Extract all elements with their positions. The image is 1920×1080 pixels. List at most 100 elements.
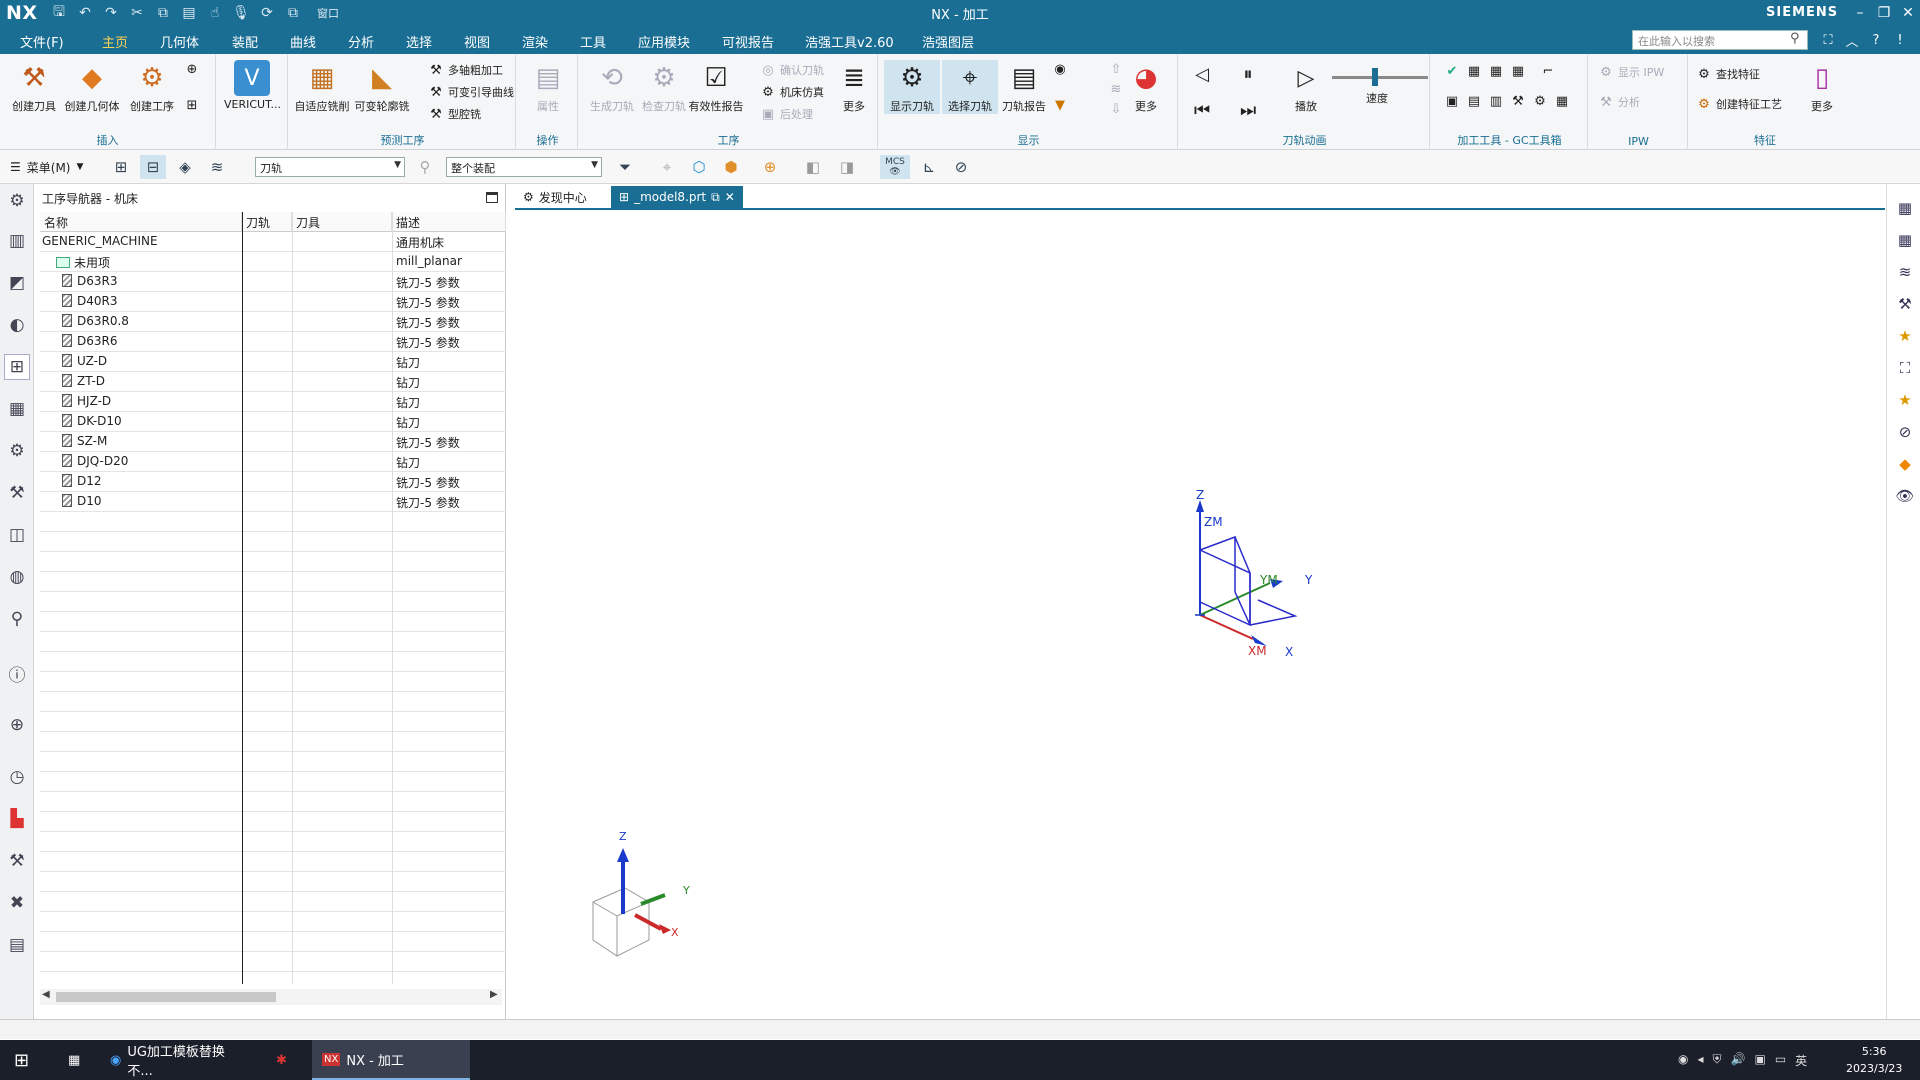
role-icon[interactable]: ⚒ [4, 848, 30, 874]
horizontal-scrollbar[interactable]: ◀ ▶ [40, 989, 502, 1005]
minimize-icon[interactable]: – [1848, 0, 1872, 26]
table-row[interactable]: GENERIC_MACHINE 通用机床 [40, 232, 506, 252]
snap-point-icon[interactable]: ⌖ [654, 155, 680, 179]
gc-tool-1-icon[interactable]: ▦ [1466, 64, 1482, 79]
table-row[interactable] [40, 852, 506, 872]
gc-tool-10-icon[interactable]: ▦ [1554, 94, 1570, 109]
postprocess-button[interactable]: ▣ 后处理 [760, 106, 813, 122]
table-row[interactable] [40, 732, 506, 752]
tool-display-icon[interactable]: ▼ [1052, 98, 1068, 113]
selection-scope-combo[interactable]: 整个装配 ▼ [446, 157, 602, 177]
close-icon[interactable]: ✕ [1896, 0, 1920, 26]
speed-slider[interactable] [1332, 76, 1428, 79]
create-operation-button[interactable]: ⚙ 创建工序 [124, 60, 180, 114]
show-ipw-button[interactable]: ⚙ 显示 IPW [1598, 64, 1664, 80]
view-tool-3-icon[interactable]: ≋ [1893, 260, 1917, 284]
shield-icon[interactable]: ⛨ [1713, 1052, 1722, 1069]
view-tool-4-icon[interactable]: ⚒ [1893, 292, 1917, 316]
table-row[interactable]: DJQ-D20 钻刀 [40, 452, 506, 472]
machine-tool-navigator-icon[interactable]: ▦ [4, 396, 30, 422]
display-more-button[interactable]: ◕ 更多 [1118, 60, 1174, 114]
toolpath-report-button[interactable]: ▤ 刀轨报告 [996, 60, 1052, 114]
type-filter-combo[interactable]: 刀轨 ▼ [255, 157, 405, 177]
feature-more-button[interactable]: ▯ 更多 [1794, 60, 1850, 114]
machine-tool-view-icon[interactable]: ⊟ [140, 155, 166, 179]
tray-app-icon[interactable]: ◉ [1678, 1052, 1688, 1069]
table-row[interactable] [40, 592, 506, 612]
gc-tool-3-icon[interactable]: ▦ [1510, 64, 1526, 79]
table-row[interactable] [40, 812, 506, 832]
viewport-canvas[interactable]: Z ZM YM Y XM X Z Y X [515, 212, 1885, 1018]
properties-button[interactable]: ▤ 属性 [520, 60, 576, 114]
work-more-button[interactable]: ≣ 更多 [826, 60, 882, 114]
display-view-icon[interactable]: ◉ [1052, 62, 1068, 77]
graphics-window[interactable]: Z ZM YM Y XM X Z Y X [515, 212, 1885, 1018]
help-icon[interactable]: ? [1866, 30, 1886, 50]
gc-tool-6-icon[interactable]: ▤ [1466, 94, 1482, 109]
speed-slider-thumb[interactable] [1372, 68, 1378, 86]
program-order-view-icon[interactable]: ⊞ [108, 155, 134, 179]
select-toolpath-button[interactable]: ⌖ 选择刀轨 [942, 60, 998, 114]
constraint-navigator-icon[interactable]: ◐ [4, 312, 30, 338]
filter-funnel-icon[interactable]: ⏷ [610, 155, 640, 179]
menu-curve[interactable]: 曲线 [290, 32, 316, 51]
globe-icon[interactable]: ⊕ [4, 712, 30, 738]
taskbar-nx[interactable]: NX NX - 加工 [312, 1040, 470, 1080]
gc-tool-7-icon[interactable]: ▥ [1488, 94, 1504, 109]
wireframe-view-icon[interactable]: ◨ [834, 155, 860, 179]
table-row[interactable] [40, 832, 506, 852]
filter-icon[interactable]: ⚲ [412, 155, 438, 179]
scroll-left-icon[interactable]: ◀ [42, 989, 50, 1000]
collapse-ribbon-icon[interactable]: ︿ [1842, 30, 1862, 50]
validity-report-button[interactable]: ☑ 有效性报告 [688, 60, 744, 114]
table-row[interactable] [40, 932, 506, 952]
gc-tool-5-icon[interactable]: ▣ [1444, 94, 1460, 109]
find-feature-button[interactable]: ⚙ 查找特征 [1696, 66, 1760, 82]
table-row[interactable] [40, 892, 506, 912]
system-clock[interactable]: 5:36 2023/3/23 [1846, 1043, 1902, 1077]
create-program-icon[interactable]: ⊕ [184, 62, 200, 77]
column-header-name[interactable]: 名称 [40, 212, 242, 232]
step-back-icon[interactable]: ◁ [1194, 64, 1210, 85]
hide-icon[interactable]: ⊘ [1893, 420, 1917, 444]
box-select-icon[interactable]: ⬢ [718, 155, 744, 179]
rewind-icon[interactable]: ⏮ [1194, 100, 1210, 121]
menu-geometry[interactable]: 几何体 [160, 32, 199, 51]
table-row[interactable] [40, 512, 506, 532]
tab-discovery-center[interactable]: ⚙ 发现中心 [515, 186, 595, 208]
palette-icon[interactable]: ▙ [4, 806, 30, 832]
taskbar-browser[interactable]: ◉ UG加工模板替换不... [100, 1040, 258, 1080]
vericut-button[interactable]: V VERICUT... [224, 60, 281, 111]
machine-simulation-button[interactable]: ⚙ 机床仿真 [760, 84, 824, 100]
menu-analysis[interactable]: 分析 [348, 32, 374, 51]
forward-icon[interactable]: ⏭ [1240, 100, 1256, 121]
table-row[interactable]: D63R3 铣刀-5 参数 [40, 272, 506, 292]
column-header-toolpath[interactable]: 刀轨 [242, 212, 292, 232]
tab-model8[interactable]: ⊞ _model8.prt ⧉ ✕ [611, 186, 743, 208]
web-browser-icon[interactable]: ◍ [4, 564, 30, 590]
table-row[interactable]: HJZ-D 钻刀 [40, 392, 506, 412]
menu-view[interactable]: 视图 [464, 32, 490, 51]
table-row[interactable] [40, 912, 506, 932]
show-hide-icon[interactable]: 👁 [1893, 484, 1917, 508]
confirm-toolpath-button[interactable]: ◎ 确认刀轨 [760, 62, 824, 78]
tools-icon[interactable]: ✖ [4, 890, 30, 916]
assembly-navigator-icon[interactable]: ◩ [4, 270, 30, 296]
table-row[interactable] [40, 692, 506, 712]
view-tool-1-icon[interactable]: ▦ [1893, 196, 1917, 220]
menu-assembly[interactable]: 装配 [232, 32, 258, 51]
table-row[interactable]: D63R6 铣刀-5 参数 [40, 332, 506, 352]
point-select-icon[interactable]: ⊕ [750, 155, 790, 179]
command-search-input[interactable]: 在此输入以搜索 [1632, 30, 1808, 50]
hide-toolpath-icon[interactable]: ⊘ [948, 155, 974, 179]
table-row[interactable] [40, 612, 506, 632]
hd3d-tools-icon[interactable]: ◫ [4, 522, 30, 548]
table-row[interactable] [40, 532, 506, 552]
menu-haoqiang-tools[interactable]: 浩强工具v2.60 [805, 32, 894, 51]
hexagon-icon[interactable]: ⬡ [686, 155, 712, 179]
gc-tool-8-icon[interactable]: ⚒ [1510, 94, 1526, 109]
menu-home[interactable]: 主页 [102, 32, 129, 56]
create-method-icon[interactable]: ⊞ [184, 98, 200, 113]
history-icon[interactable]: ◷ [4, 764, 30, 790]
method-view-icon[interactable]: ≋ [204, 155, 230, 179]
